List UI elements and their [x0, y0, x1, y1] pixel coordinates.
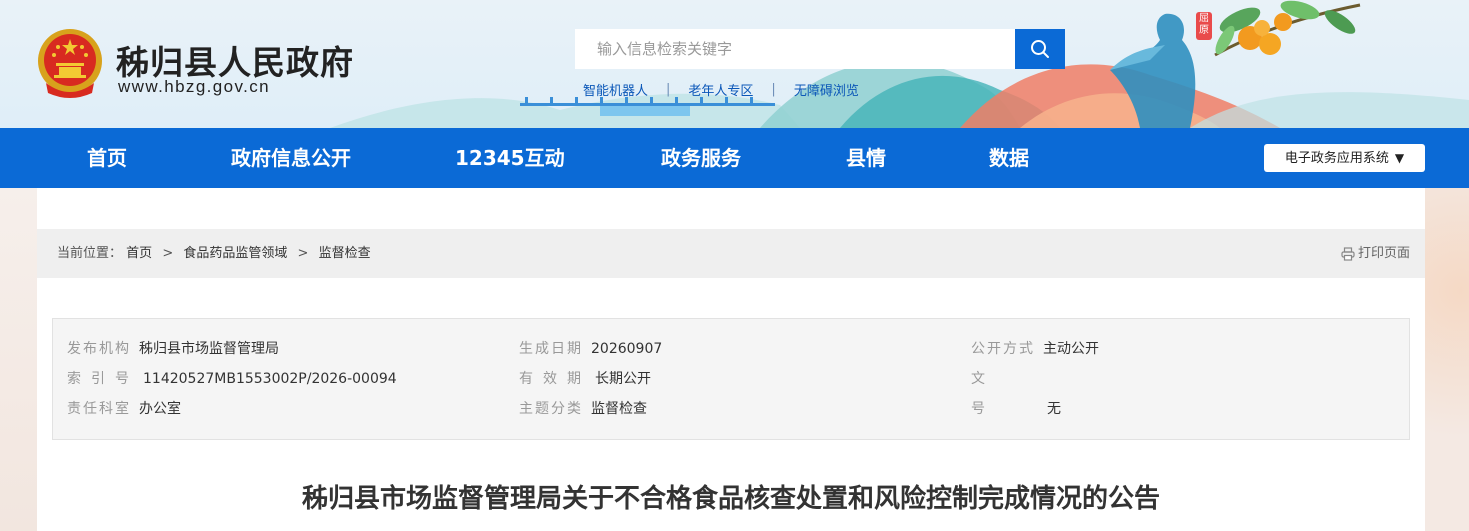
search-icon [1031, 40, 1049, 58]
breadcrumb: 当前位置： 首页 > 食品药品监管领域 > 监督检查 [57, 229, 371, 278]
site-url: www.hbzg.gov.cn [118, 77, 271, 96]
metadata-key: 主题分类 [519, 401, 583, 417]
metadata-key: 有效期 [519, 371, 591, 387]
metadata-department: 责任科室 办公室 [67, 394, 181, 424]
document-metadata: 发布机构 秭归县市场监督管理局 生成日期 20260907 公开方式 主动公开 索引号… [52, 318, 1410, 440]
metadata-row: 责任科室 办公室 主题分类 监督检查 [53, 394, 1409, 424]
breadcrumb-food-drug[interactable]: 食品药品监管领域 [183, 246, 287, 261]
breadcrumb-bar: 当前位置： 首页 > 食品药品监管领域 > 监督检查 打印页面 [37, 229, 1425, 278]
search-button[interactable] [1015, 29, 1065, 69]
print-page-button[interactable]: 打印页面 [1341, 229, 1410, 278]
nav-item-12345[interactable]: 12345互动 [455, 128, 565, 188]
main-nav: 首页 政府信息公开 12345互动 政务服务 县情 数据 电子政务应用系统 ▼ [0, 128, 1469, 188]
metadata-row: 索引号 11420527MB1553002P/2026-00094 有效期 长期公开… [53, 364, 1409, 417]
metadata-index-no: 索引号 11420527MB1553002P/2026-00094 [67, 364, 397, 394]
metadata-value: 监督检查 [591, 401, 647, 417]
breadcrumb-home[interactable]: 首页 [126, 246, 152, 261]
search-bar [575, 29, 1065, 69]
metadata-value: 办公室 [139, 401, 181, 417]
nav-item-gov-info[interactable]: 政府信息公开 [231, 128, 351, 188]
quick-link-elderly[interactable]: 老年人专区 [688, 80, 753, 99]
metadata-topic: 主题分类 监督检查 [519, 394, 647, 424]
metadata-value: 秭归县市场监督管理局 [139, 341, 279, 357]
metadata-key: 公开方式 [971, 341, 1035, 357]
dropdown-label: 电子政务应用系统 [1284, 151, 1389, 166]
metadata-validity: 有效期 长期公开 [519, 364, 651, 394]
metadata-key: 发布机构 [67, 341, 131, 357]
metadata-date: 生成日期 20260907 [519, 334, 662, 364]
print-label: 打印页面 [1357, 246, 1410, 261]
page-background-left [0, 188, 37, 531]
main-content: 当前位置： 首页 > 食品药品监管领域 > 监督检查 打印页面 发布机构 秭归县市… [37, 188, 1425, 531]
e-gov-systems-dropdown[interactable]: 电子政务应用系统 ▼ [1264, 144, 1425, 172]
breadcrumb-separator: > [162, 246, 174, 261]
breadcrumb-supervision[interactable]: 监督检查 [319, 246, 371, 261]
metadata-value: 11420527MB1553002P/2026-00094 [143, 371, 397, 387]
metadata-key: 生成日期 [519, 341, 583, 357]
article-title: 秭归县市场监督管理局关于不合格食品核查处置和风险控制完成情况的公告 [301, 484, 1160, 514]
nav-item-gov-service[interactable]: 政务服务 [661, 128, 741, 188]
breadcrumb-label: 当前位置： [57, 246, 123, 261]
search-input[interactable] [575, 29, 1015, 69]
divider: | [666, 82, 671, 97]
divider: | [771, 82, 776, 97]
metadata-publisher: 发布机构 秭归县市场监督管理局 [67, 334, 279, 364]
metadata-row: 发布机构 秭归县市场监督管理局 生成日期 20260907 公开方式 主动公开 [53, 334, 1409, 364]
metadata-value: 20260907 [591, 341, 663, 357]
breadcrumb-separator: > [297, 246, 309, 261]
quick-link-robot[interactable]: 智能机器人 [583, 80, 648, 99]
nav-item-county-info[interactable]: 县情 [846, 128, 886, 188]
caret-down-icon: ▼ [1394, 151, 1405, 165]
nav-item-home[interactable]: 首页 [87, 128, 127, 188]
site-header: 秭归县人民政府 www.hbzg.gov.cn 屈原 智能机器人 | 老年人专区… [0, 0, 1469, 128]
badge-text: 屈原 [1199, 13, 1209, 36]
quick-link-accessibility[interactable]: 无障碍浏览 [794, 80, 859, 99]
page-background-right [1425, 188, 1469, 531]
nav-item-data[interactable]: 数据 [989, 128, 1029, 188]
printer-icon [1341, 246, 1355, 261]
metadata-disclosure: 公开方式 主动公开 [971, 334, 1099, 364]
metadata-key: 索引号 [67, 371, 139, 387]
metadata-value: 主动公开 [1043, 341, 1099, 357]
metadata-key: 责任科室 [67, 401, 131, 417]
national-emblem-icon [38, 29, 102, 98]
metadata-value: 长期公开 [595, 371, 651, 387]
quick-links: 智能机器人 | 老年人专区 | 无障碍浏览 [583, 80, 859, 99]
